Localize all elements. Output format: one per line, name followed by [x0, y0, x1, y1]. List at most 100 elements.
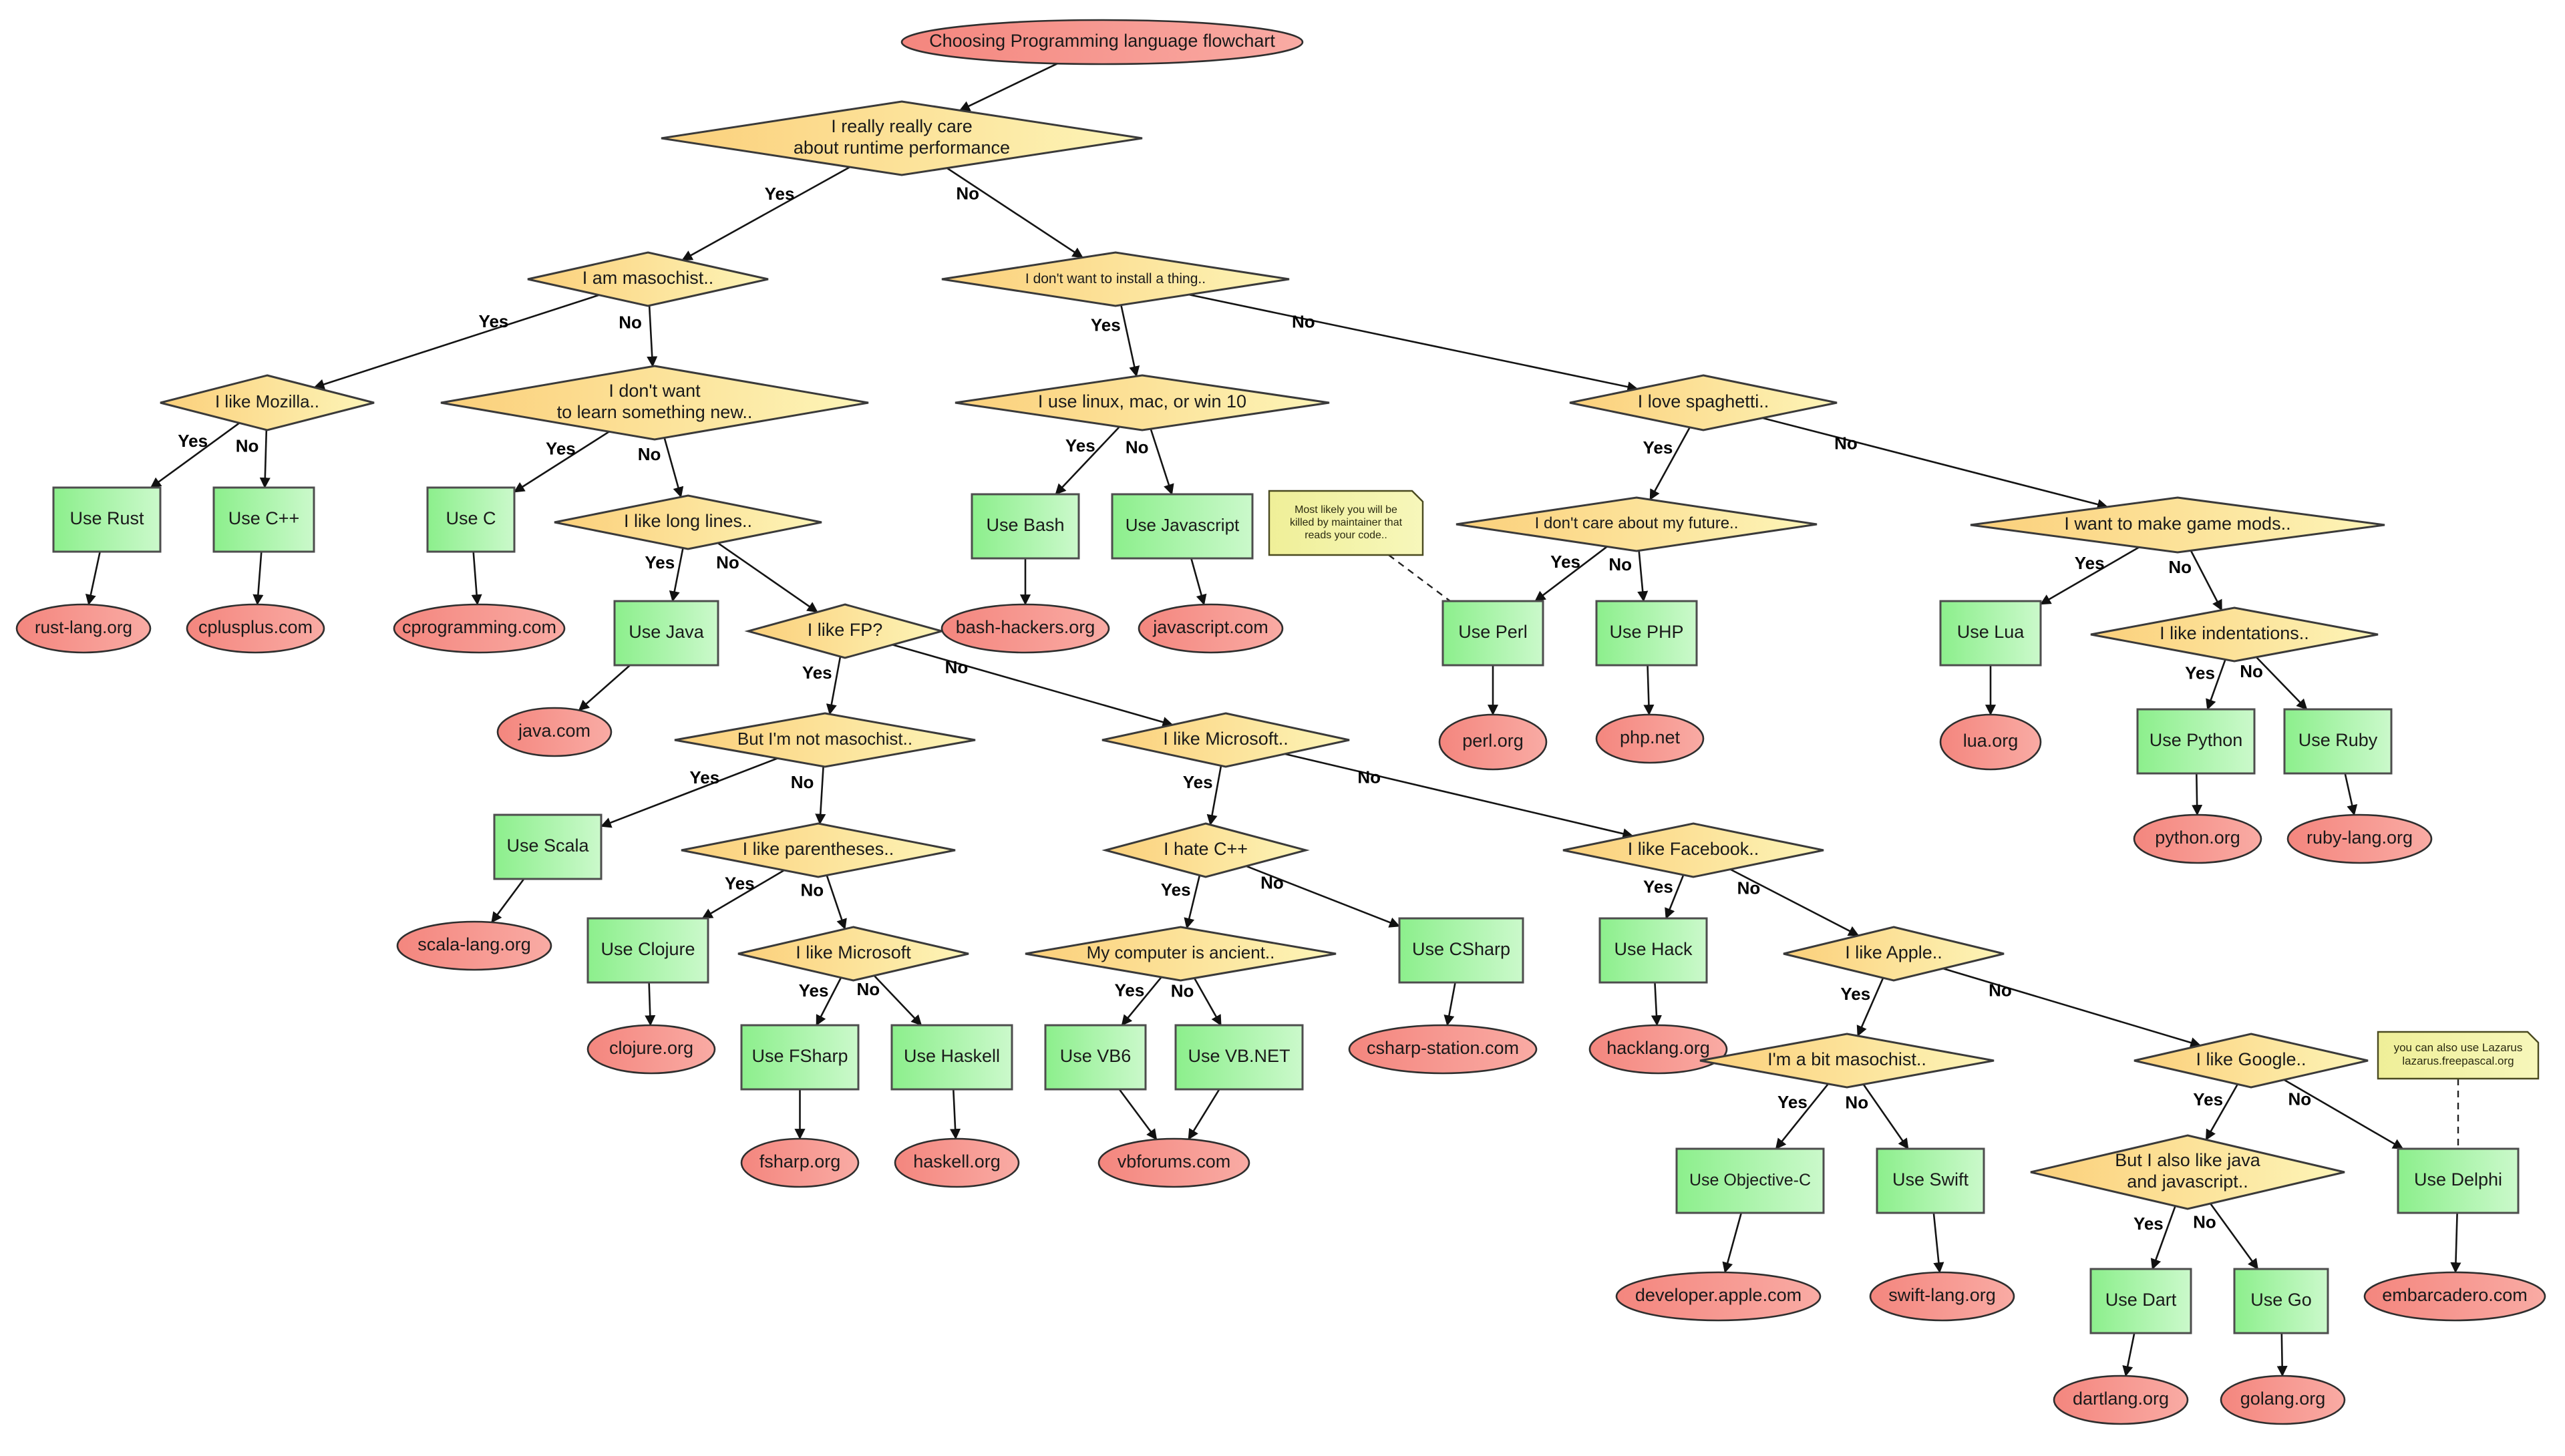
edge-line	[1193, 977, 1222, 1027]
node-label: I like FP?	[808, 620, 883, 640]
node-appledev[interactable]: developer.apple.com	[1615, 1271, 1822, 1322]
flow-edge: No	[1762, 417, 2109, 510]
node-rust[interactable]: Use Rust	[52, 486, 162, 553]
flowchart-canvas: Yes No Yes No Yes No Yes No Yes No Yes No Yes No Yes No…	[0, 0, 2565, 1456]
node-clojure[interactable]: Use Clojure	[586, 917, 709, 984]
node-perf[interactable]: I really really care about runtime perfor…	[661, 100, 1143, 176]
flow-edge: Yes	[1055, 426, 1120, 495]
node-learnnew[interactable]: I don't want to learn something new..	[440, 365, 869, 441]
node-php[interactable]: Use PHP	[1595, 600, 1698, 667]
node-bitmaso[interactable]: I'm a bit masochist..	[1699, 1033, 1995, 1089]
node-dartlang[interactable]: dartlang.org	[2053, 1375, 2189, 1425]
node-jscom[interactable]: javascript.com	[1138, 603, 1284, 654]
node-rustlang[interactable]: rust-lang.org	[15, 603, 152, 654]
node-google[interactable]: I like Google..	[2133, 1033, 2369, 1089]
edge-line	[1120, 305, 1140, 377]
flow-edge	[1643, 665, 1655, 716]
node-objc[interactable]: Use Objective-C	[1675, 1147, 1825, 1214]
node-go[interactable]: Use Go	[2233, 1268, 2329, 1334]
edge-label-yes: Yes	[1161, 880, 1191, 900]
node-python[interactable]: Use Python	[2136, 708, 2256, 775]
flow-edge: No	[2283, 1079, 2404, 1150]
node-c[interactable]: Use C	[426, 486, 516, 553]
node-luaorg[interactable]: lua.org	[1939, 713, 2042, 771]
node-label: Use Perl	[1458, 622, 1528, 642]
node-label: Use CSharp	[1412, 939, 1510, 959]
node-javascript[interactable]: Use Javascript	[1111, 493, 1254, 560]
flow-edge: Yes	[1534, 546, 1608, 602]
node-swiftlang[interactable]: swift-lang.org	[1869, 1271, 2015, 1322]
node-ancient[interactable]: My computer is ancient..	[1025, 926, 1337, 982]
node-label: Use Scala	[506, 836, 589, 856]
node-cpp[interactable]: Use C++	[212, 486, 315, 553]
node-scala[interactable]: Use Scala	[493, 813, 603, 880]
node-masochist[interactable]: I am masochist..	[527, 251, 769, 307]
node-note_perl[interactable]: Most likely you will be killed by maintai…	[1268, 490, 1424, 556]
node-label: I like Google..	[2196, 1049, 2306, 1069]
node-vbforums[interactable]: vbforums.com	[1097, 1137, 1250, 1188]
node-longlines[interactable]: I like long lines..	[554, 494, 822, 550]
node-hacklang[interactable]: hacklang.org	[1588, 1024, 1728, 1075]
edge-label-no: No	[1357, 767, 1381, 787]
edge-line	[85, 551, 101, 606]
node-phpnet[interactable]: php.net	[1595, 713, 1705, 764]
edge-line	[1643, 665, 1655, 716]
node-lua[interactable]: Use Lua	[1939, 600, 2042, 667]
node-os[interactable]: I use linux, mac, or win 10	[955, 374, 1330, 431]
node-clojureorg[interactable]: clojure.org	[586, 1024, 716, 1075]
node-indent[interactable]: I like indentations..	[2090, 606, 2379, 663]
edge-label-yes: Yes	[1115, 980, 1145, 1000]
node-notmaso[interactable]: But I'm not masochist..	[674, 712, 976, 768]
node-perl[interactable]: Use Perl	[1441, 600, 1544, 667]
node-javajs[interactable]: But I also like java and javascript..	[2030, 1134, 2345, 1210]
node-parens[interactable]: I like parentheses..	[681, 822, 956, 878]
node-root[interactable]: Choosing Programming language flowchart	[900, 19, 1304, 65]
edge-line	[947, 167, 1083, 258]
node-install[interactable]: I don't want to install a thing..	[941, 251, 1290, 307]
node-label: Use Lua	[1957, 622, 2025, 642]
flowchart-svg: Yes No Yes No Yes No Yes No Yes No Yes No Yes No Yes No…	[15, 19, 2546, 1425]
node-apple[interactable]: I like Apple..	[1783, 926, 2005, 982]
node-ruby[interactable]: Use Ruby	[2283, 708, 2393, 775]
node-vbnet[interactable]: Use VB.NET	[1174, 1024, 1304, 1091]
node-future[interactable]: I don't care about my future..	[1456, 496, 1818, 552]
node-cplusplus[interactable]: cplusplus.com	[186, 603, 325, 654]
node-perlorg[interactable]: perl.org	[1438, 713, 1548, 771]
node-microsoft2[interactable]: I like Microsoft	[737, 926, 969, 982]
node-pythonorg[interactable]: python.org	[2133, 813, 2262, 864]
node-microsoft1[interactable]: I like Microsoft..	[1101, 712, 1350, 768]
edge-label-no: No	[1834, 433, 1858, 453]
node-label: cplusplus.com	[198, 617, 313, 637]
node-bash[interactable]: Use Bash	[971, 493, 1080, 560]
node-note_delphi[interactable]: you can also use Lazarus lazarus.freepasc…	[2377, 1031, 2540, 1080]
node-fsharporg[interactable]: fsharp.org	[740, 1137, 860, 1188]
node-haskell[interactable]: Use Haskell	[890, 1024, 1013, 1091]
node-hack[interactable]: Use Hack	[1598, 917, 1708, 984]
node-java[interactable]: Use Java	[613, 600, 719, 667]
node-csharpst[interactable]: csharp-station.com	[1348, 1024, 1538, 1075]
node-haskellorg[interactable]: haskell.org	[894, 1137, 1020, 1188]
node-cprog[interactable]: cprogramming.com	[393, 603, 566, 654]
node-dart[interactable]: Use Dart	[2089, 1268, 2192, 1334]
node-golang[interactable]: golang.org	[2220, 1375, 2346, 1425]
node-bashhackers[interactable]: bash-hackers.org	[940, 603, 1110, 654]
node-swift[interactable]: Use Swift	[1876, 1147, 1985, 1214]
node-embarcadero[interactable]: embarcadero.com	[2363, 1271, 2546, 1322]
node-csharp[interactable]: Use CSharp	[1398, 917, 1524, 984]
node-rubylang[interactable]: ruby-lang.org	[2286, 813, 2433, 864]
node-javacom[interactable]: java.com	[496, 707, 613, 757]
node-hatecpp[interactable]: I hate C++	[1101, 822, 1310, 878]
edge-label-no: No	[236, 435, 259, 456]
node-scalalang[interactable]: scala-lang.org	[396, 920, 552, 971]
node-label: Use Bash	[986, 515, 1064, 535]
flow-edge: Yes	[1115, 976, 1162, 1026]
node-mozilla[interactable]: I like Mozilla..	[160, 374, 375, 431]
edge-label-no: No	[1171, 980, 1194, 1000]
node-facebook[interactable]: I like Facebook..	[1562, 822, 1824, 878]
edge-label-no: No	[2168, 557, 2192, 577]
node-delphi[interactable]: Use Delphi	[2397, 1147, 2520, 1214]
node-vb6[interactable]: Use VB6	[1044, 1024, 1147, 1091]
node-fsharp[interactable]: Use FSharp	[740, 1024, 860, 1091]
flow-edge	[1932, 1212, 1944, 1274]
node-gamemods[interactable]: I want to make game mods..	[1970, 496, 2385, 554]
